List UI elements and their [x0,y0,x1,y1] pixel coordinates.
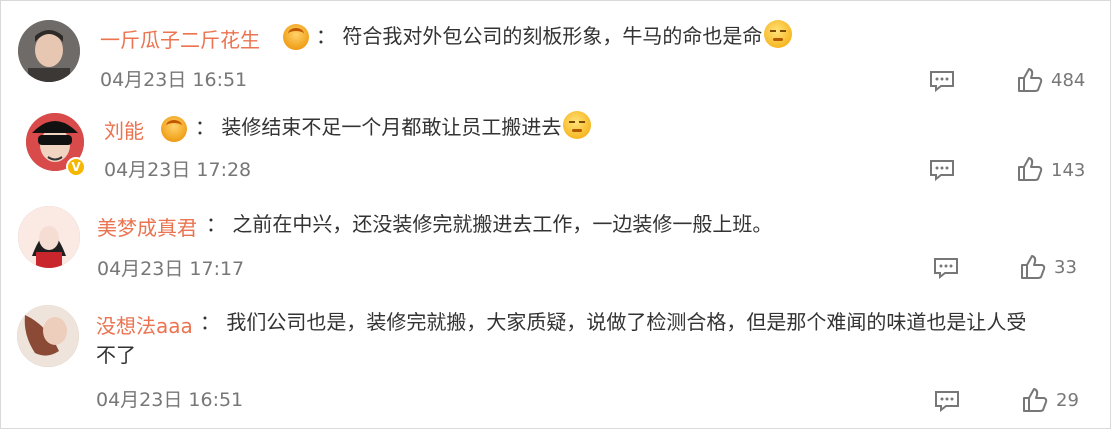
comment-item: V 刘能 ： 装修结束不足一个月都敢让员工搬进去 04月23日 17:28 14… [0,105,1111,195]
smirk-emoji-icon [764,20,793,48]
crown-badge-icon[interactable] [283,24,309,50]
crown-badge-icon[interactable] [161,116,187,142]
comment-text: 之前在中兴，还没装修完就搬进去工作，一边装修一般上班。 [232,212,773,236]
comment-text: ： 装修结束不足一个月都敢让员工搬进去 [195,111,895,143]
comment-text: 符合我对外包公司的刻板形象，牛马的命也是命 [342,24,763,48]
username[interactable]: 美梦成真君 [97,212,197,241]
comment-text: ： 我们公司也是，装修完就搬，大家质疑，说做了检测合格，但是那个难闻的味道也是让… [200,310,1027,334]
comment-text: ： 符合我对外包公司的刻板形象，牛马的命也是命 [316,20,1076,52]
reply-comment-icon[interactable] [929,70,955,92]
like-count: 484 [1051,70,1086,91]
dizzy-emoji-icon [563,111,592,139]
like-count: 33 [1054,257,1077,278]
comment-item: 没想法aaa ： 我们公司也是，装修完就搬，大家质疑，说做了检测合格，但是那个难… [0,292,1111,429]
timestamp: 04月23日 17:17 [97,258,245,280]
username[interactable]: 没想法aaa [96,310,193,339]
timestamp: 04月23日 17:28 [104,159,252,181]
timestamp: 04月23日 16:51 [100,69,248,91]
username[interactable]: 一斤瓜子二斤花生 [100,24,260,53]
verified-badge-icon: V [66,157,86,177]
comment-text-continued: 不了 [96,343,136,367]
reply-comment-icon[interactable] [929,159,955,181]
like-thumb-icon[interactable] [1020,254,1046,280]
timestamp: 04月23日 16:51 [96,389,244,411]
comment-text: 装修结束不足一个月都敢让员工搬进去 [221,115,562,139]
like-count: 143 [1051,160,1086,181]
comment-item: 一斤瓜子二斤花生 ： 符合我对外包公司的刻板形象，牛马的命也是命 04月23日 … [0,0,1111,105]
comment-item: 美梦成真君 ： 之前在中兴，还没装修完就搬进去工作，一边装修一般上班。 04月2… [0,195,1111,292]
like-count: 29 [1056,390,1079,411]
comment-text: 我们公司也是，装修完就搬，大家质疑，说做了检测合格，但是那个难闻的味道也是让人受 [226,310,1027,334]
reply-comment-icon[interactable] [933,257,959,279]
avatar[interactable] [18,20,80,82]
avatar[interactable] [18,206,80,268]
like-thumb-icon[interactable] [1022,387,1048,413]
like-thumb-icon[interactable] [1017,67,1043,93]
avatar[interactable] [17,305,79,367]
reply-comment-icon[interactable] [934,390,960,412]
like-thumb-icon[interactable] [1017,156,1043,182]
comment-text: ： 之前在中兴，还没装修完就搬进去工作，一边装修一般上班。 [206,212,773,236]
username[interactable]: 刘能 [104,115,144,144]
